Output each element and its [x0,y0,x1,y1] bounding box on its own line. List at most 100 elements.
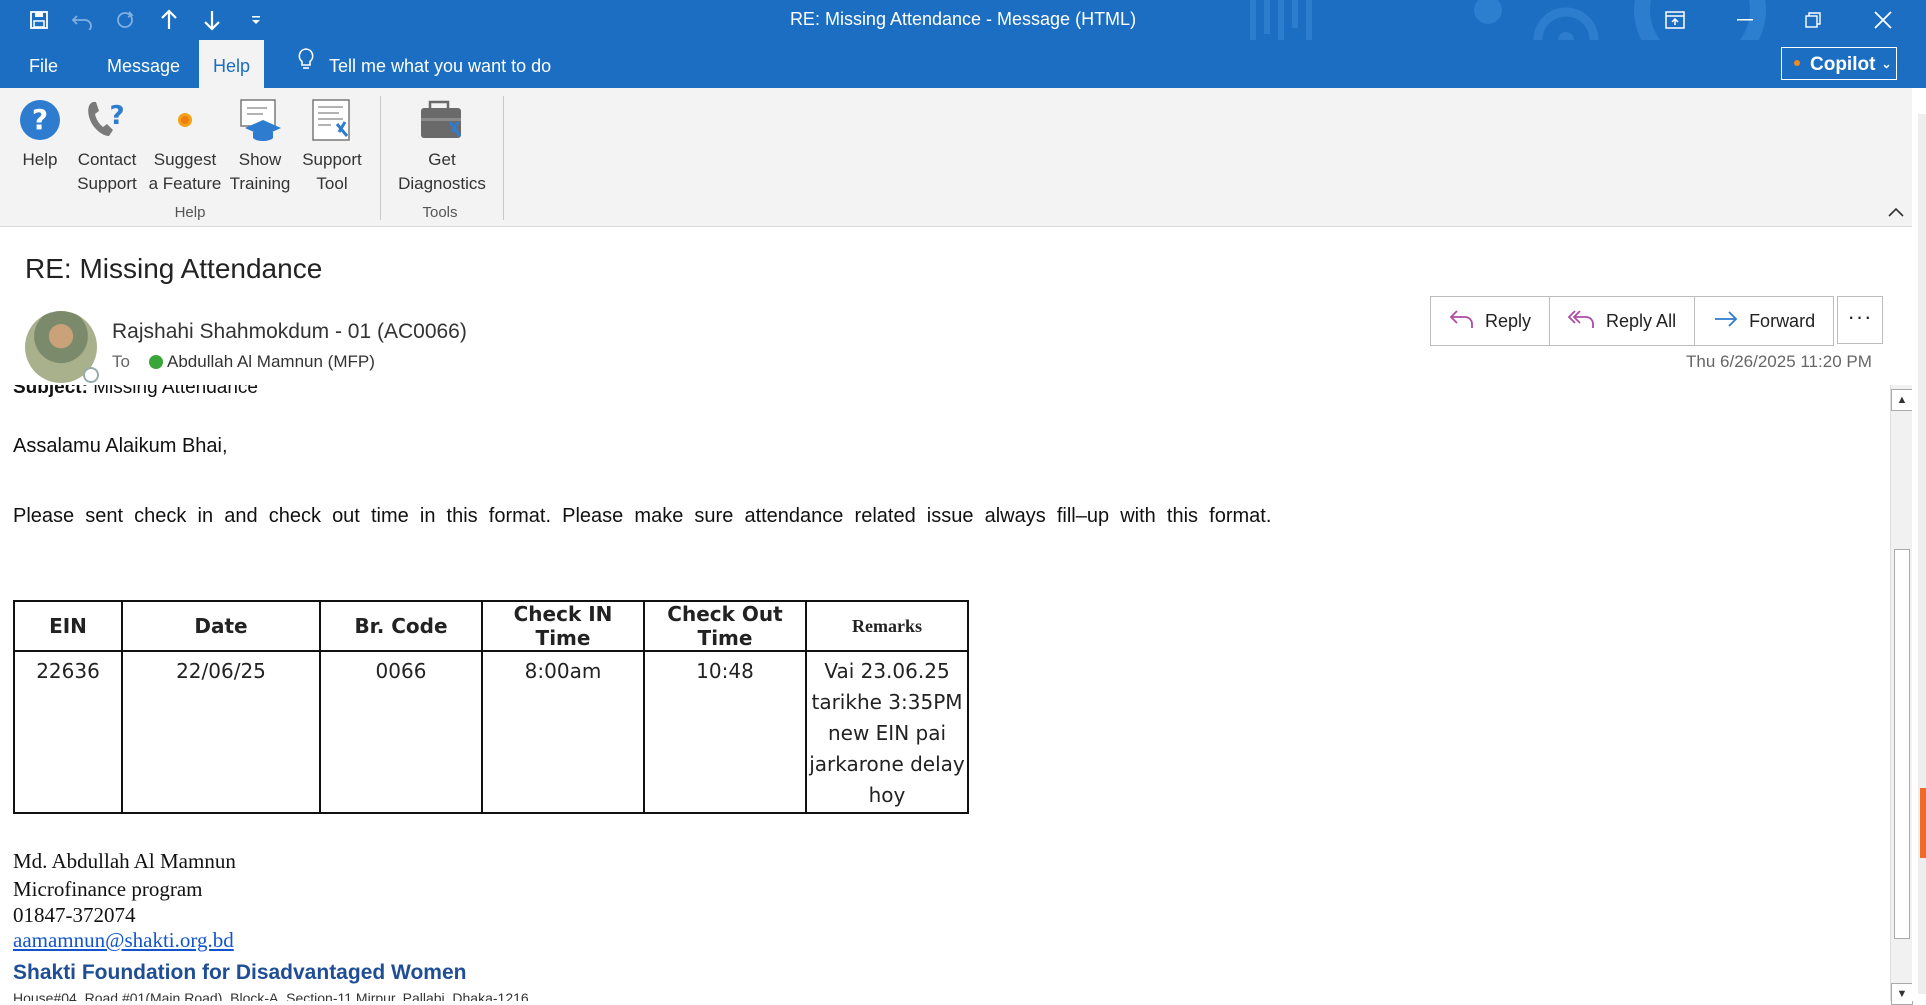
close-button[interactable] [1858,4,1908,36]
copilot-label: Copilot [1810,54,1876,75]
show-training-button[interactable]: Show Training [228,96,292,196]
ribbon-group-divider [380,96,381,220]
message-body: Subject: Missing Attendance Assalamu Ala… [0,385,1890,1001]
diagnostics-icon [392,96,492,142]
help-button-label: Help [22,150,58,169]
help-button[interactable]: ? Help [16,96,64,172]
tab-file[interactable]: File [15,40,72,88]
signature-email-link[interactable]: aamamnun@shakti.org.bd [13,928,234,953]
title-bar: RE: Missing Attendance - Message (HTML) [0,0,1926,40]
reply-button[interactable]: Reply [1431,297,1551,345]
avatar[interactable] [25,311,99,383]
outer-scroll-track [1918,114,1926,994]
quoted-subject-text: Missing Attendance [87,385,258,398]
ribbon: ? Help ? Contact Support Suggest a Featu… [0,88,1926,227]
svg-text:?: ? [109,101,124,131]
help-group-label: Help [174,204,206,221]
show-training-label-1: Show [238,150,282,169]
recipient-name[interactable]: Abdullah Al Mamnun (MFP) [167,352,375,372]
tab-message[interactable]: Message [93,40,194,88]
quoted-subject-prefix: Subject: [13,385,88,398]
column-header: Date [121,600,321,652]
tell-me-search[interactable]: Tell me what you want to do [297,40,551,88]
table-cell: 0066 [319,650,483,814]
table-header-row: EIN Date Br. Code Check IN Time Check Ou… [13,600,969,652]
forward-icon [1713,309,1739,334]
scrollbar-thumb[interactable] [1894,549,1910,939]
table-row: 22636 22/06/25 0066 8:00am 10:48 Vai 23.… [13,650,969,814]
restore-button[interactable] [1788,4,1838,36]
support-tool-icon [298,96,366,142]
help-icon: ? [16,96,64,142]
table-cell: 8:00am [481,650,645,814]
menu-tab-bar: File Message Help Tell me what you want … [0,40,1926,88]
reply-all-button[interactable]: Reply All [1550,297,1696,345]
signature-name: Md. Abdullah Al Mamnun [13,849,236,873]
sender-name[interactable]: Rajshahi Shahmokdum - 01 (AC0066) [112,320,467,344]
contact-support-label-1: Contact [77,150,137,169]
message-actions: Reply Reply All Forward [1430,296,1835,346]
get-diagnostics-button[interactable]: Get Diagnostics [392,96,492,196]
signature-address: House#04, Road #01(Main Road), Block-A, … [13,990,529,1001]
minimize-button[interactable] [1720,4,1770,36]
window-edge-scrollbar [1912,88,1926,1001]
scroll-up-icon[interactable]: ▲ [1891,389,1913,411]
window-title: RE: Missing Attendance - Message (HTML) [789,9,1137,29]
contact-support-icon: ? [72,96,142,142]
svg-text:?: ? [32,103,48,136]
message-subject: RE: Missing Attendance [25,253,323,284]
suggest-feature-label-1: Suggest [153,150,217,169]
scroll-down-icon[interactable]: ▼ [1891,983,1913,1005]
collapse-ribbon-icon[interactable] [1888,204,1904,222]
contact-support-button[interactable]: ? Contact Support [72,96,142,196]
ribbon-group-divider [503,96,504,220]
support-tool-button[interactable]: Support Tool [298,96,366,196]
signature-phone: 01847-372074 [13,903,136,927]
greeting-text: Assalamu Alaikum Bhai, [13,435,228,457]
table-cell: Vai 23.06.25 tarikhe 3:35PM new EIN pai … [805,650,969,814]
more-actions-button[interactable]: ··· [1837,296,1883,344]
reply-label: Reply [1485,310,1532,331]
scroll-position-marker [1920,788,1926,858]
show-training-label-2: Training [229,174,291,193]
column-header: Remarks [805,600,969,652]
message-date: Thu 6/26/2025 11:20 PM [1686,352,1872,371]
signature-department: Microfinance program [13,877,203,901]
available-status-icon [149,355,163,369]
training-icon [228,96,292,142]
quoted-subject-line: Subject: Missing Attendance [13,385,258,399]
column-header: Br. Code [319,600,483,652]
column-header: EIN [13,600,123,652]
suggest-feature-icon [147,96,223,142]
copilot-dot-icon [1794,60,1800,67]
presence-status-icon [83,367,99,383]
to-label: To [112,352,130,371]
reply-all-icon [1567,308,1596,335]
suggest-feature-label-2: a Feature [148,174,222,193]
copilot-button[interactable]: Copilot ⌄ [1781,47,1897,80]
reply-icon [1449,308,1475,335]
forward-label: Forward [1749,310,1816,331]
ribbon-display-options-icon[interactable] [1650,4,1700,36]
table-cell: 22/06/25 [121,650,321,814]
support-tool-label-1: Support [302,150,362,169]
get-diagnostics-label-1: Get [428,150,456,169]
table-cell: 10:48 [643,650,807,814]
tab-help[interactable]: Help [199,40,265,88]
ellipsis-icon: ··· [1847,304,1873,329]
contact-support-label-2: Support [77,174,137,193]
forward-button[interactable]: Forward [1695,297,1833,345]
lightbulb-icon [297,39,315,91]
column-header: Check Out Time [643,600,807,652]
column-header: Check IN Time [481,600,645,652]
message-scrollbar[interactable]: ▲ ▼ [1890,385,1913,1005]
support-tool-label-2: Tool [316,174,348,193]
table-cell: 22636 [13,650,123,814]
chevron-down-icon: ⌄ [1881,57,1892,72]
tell-me-label: Tell me what you want to do [329,56,552,76]
reply-all-label: Reply All [1606,310,1677,331]
get-diagnostics-label-2: Diagnostics [398,174,486,193]
suggest-feature-button[interactable]: Suggest a Feature [147,96,223,196]
signature-organization: Shakti Foundation for Disadvantaged Wome… [13,961,467,984]
attendance-table: EIN Date Br. Code Check IN Time Check Ou… [13,600,969,814]
